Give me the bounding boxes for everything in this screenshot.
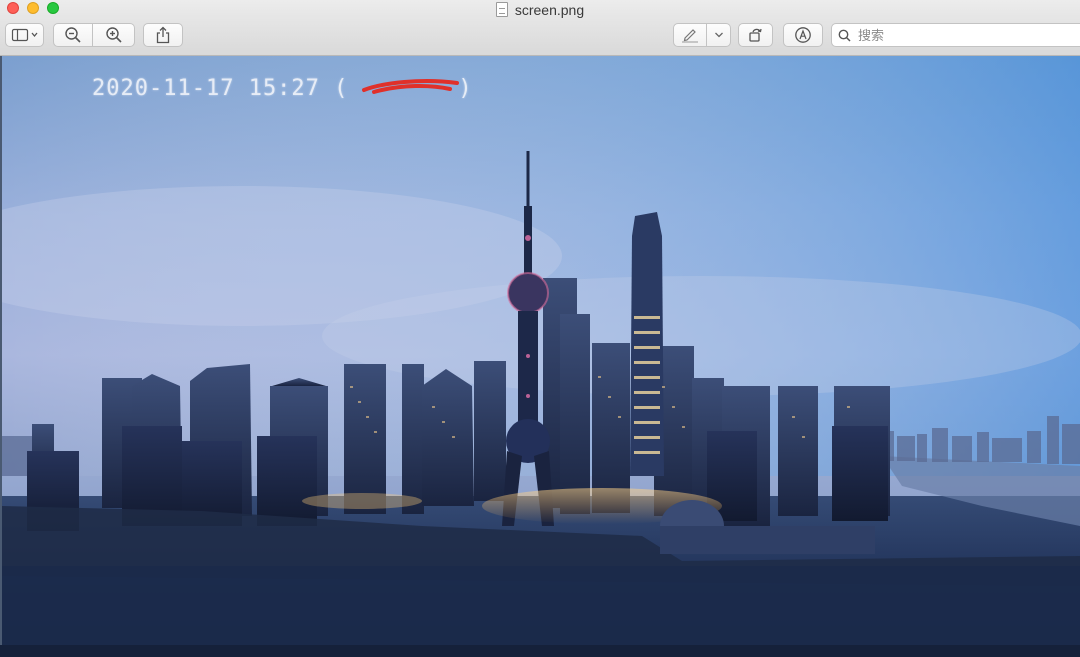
zoom-in-icon	[105, 27, 122, 43]
photo-timestamp-text: 2020-11-17 15:27 (	[92, 76, 349, 101]
pen-icon	[682, 29, 698, 43]
chevron-down-icon	[714, 32, 723, 38]
window-titlebar: screen.png	[0, 0, 1080, 56]
markup-pen-button[interactable]	[673, 23, 707, 47]
window-bottom-edge	[0, 645, 1080, 657]
share-button[interactable]	[143, 23, 183, 47]
window-title-text: screen.png	[514, 2, 585, 18]
skyline-photo	[2, 56, 1080, 645]
search-icon	[838, 29, 851, 42]
sidebar-toggle-button[interactable]	[5, 23, 44, 47]
search-input[interactable]	[856, 26, 1060, 44]
photo-timestamp-close: )	[458, 76, 473, 101]
markup-toolbar-button[interactable]	[783, 23, 823, 47]
rotate-button[interactable]	[738, 23, 773, 47]
zoom-out-button[interactable]	[53, 23, 93, 47]
image-viewer: 2020-11-17 15:27 ()	[0, 56, 1080, 645]
zoom-in-button[interactable]	[93, 23, 135, 47]
png-file-icon	[495, 2, 508, 17]
rotate-icon	[748, 28, 762, 42]
sidebar-toggle-icon	[11, 28, 37, 42]
markup-circle-icon	[795, 27, 811, 43]
zoom-out-icon	[65, 27, 81, 43]
search-field[interactable]	[831, 23, 1080, 47]
share-icon	[156, 26, 170, 44]
window-title: screen.png	[0, 1, 1080, 19]
photo-timestamp: 2020-11-17 15:27 ()	[92, 76, 473, 101]
markup-menu-button[interactable]	[707, 23, 731, 47]
